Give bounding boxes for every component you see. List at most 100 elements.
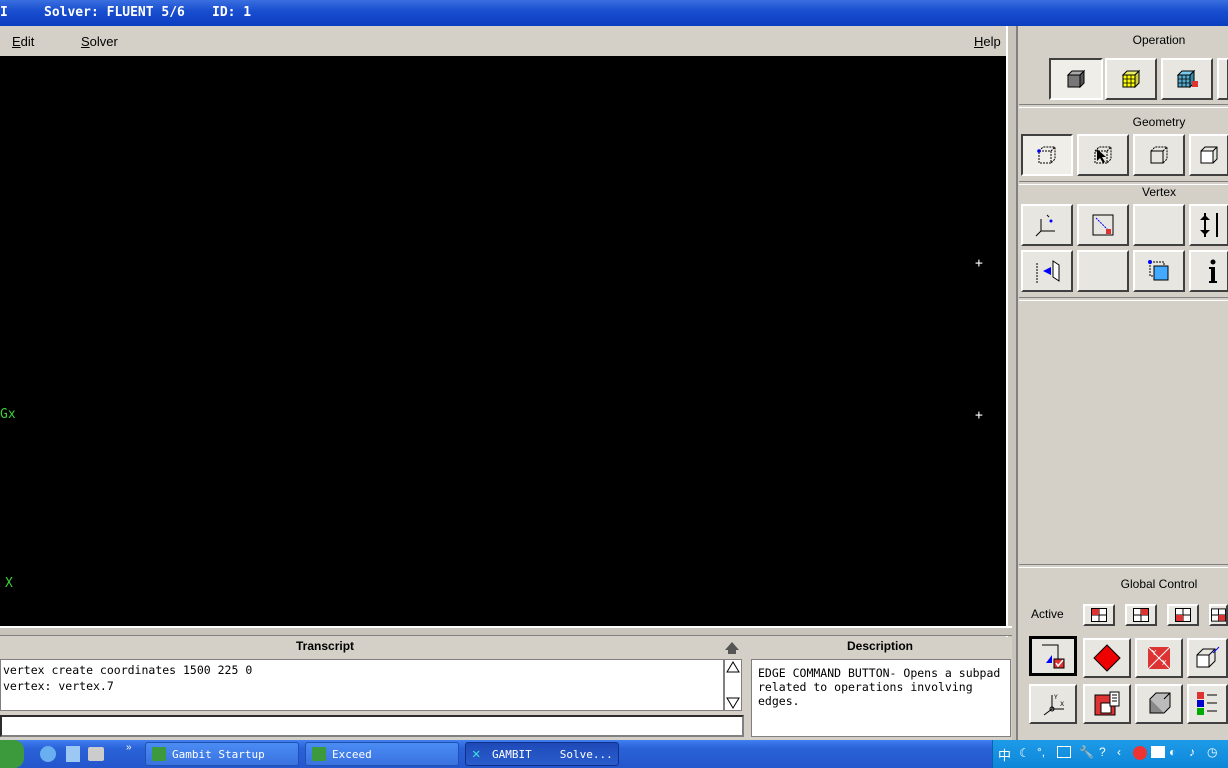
project-vertex-button[interactable] xyxy=(1021,250,1073,292)
media-icon[interactable] xyxy=(88,747,104,761)
ime-indicator[interactable]: 中 xyxy=(998,745,1011,764)
view-cube-button[interactable] xyxy=(1187,638,1228,678)
volume-icon[interactable]: ♪ xyxy=(1189,745,1195,759)
geometry-cube-icon xyxy=(1066,69,1086,89)
project-vertex-icon xyxy=(1036,260,1060,283)
summarize-vertex-button[interactable] xyxy=(1189,250,1228,292)
description-title: Description xyxy=(847,639,914,653)
transcript-scrollbar[interactable] xyxy=(724,659,742,711)
axis-label-x: X xyxy=(5,576,13,591)
zones-operation-button[interactable] xyxy=(1161,58,1213,100)
clock-icon[interactable]: ◷ xyxy=(1207,745,1217,759)
desktop-icon[interactable] xyxy=(66,746,80,762)
svg-text:Y: Y xyxy=(1151,649,1157,657)
menu-edit[interactable]: Edit xyxy=(12,34,34,49)
active-label: Active xyxy=(1031,607,1064,621)
render-shaded-button[interactable] xyxy=(1135,684,1183,724)
quadrant-icon xyxy=(1133,608,1149,622)
move-copy-vertex-button[interactable] xyxy=(1077,204,1129,246)
color-legend-button[interactable] xyxy=(1187,684,1228,724)
network-icon[interactable]: ◐ xyxy=(1169,745,1176,759)
vertex-marker: + xyxy=(975,408,983,423)
task-gambit[interactable]: ✕ GAMBIT Solve... xyxy=(465,742,619,766)
punctuation-icon[interactable]: °, xyxy=(1037,745,1045,759)
graphics-window[interactable]: + + Gx X xyxy=(0,56,1006,626)
horizontal-splitter[interactable] xyxy=(0,626,1012,636)
mail-icon[interactable] xyxy=(1151,746,1165,758)
transcript-line: vertex create coordinates 1500 225 0 xyxy=(3,663,253,677)
vertex-marker: + xyxy=(975,256,983,271)
view-cube-icon xyxy=(1196,646,1219,668)
task-exceed[interactable]: Exceed xyxy=(305,742,459,766)
menu-solver[interactable]: Solver xyxy=(81,34,118,49)
specify-display-button[interactable] xyxy=(1083,684,1131,724)
task-gambit-startup[interactable]: Gambit Startup xyxy=(145,742,299,766)
geometry-operation-button[interactable] xyxy=(1049,58,1103,100)
title-bar: I Solver: FLUENT 5/6 ID: 1 xyxy=(0,0,1228,26)
transcript-text: vertex create coordinates 1500 225 0 ver… xyxy=(0,659,724,711)
chevron-right-icon[interactable]: » xyxy=(126,742,132,753)
orient-model-icon: Y X xyxy=(1147,646,1171,670)
quadrant-icon xyxy=(1211,608,1226,622)
start-button[interactable] xyxy=(0,740,24,768)
gambit-icon xyxy=(152,747,166,761)
axis-coordinate-button[interactable]: Y X xyxy=(1029,684,1077,724)
quadrant-icon xyxy=(1175,608,1191,622)
chevron-left-icon[interactable]: ‹ xyxy=(1117,745,1121,759)
create-vertex-icon xyxy=(1035,214,1055,237)
solver-title: Solver: FLUENT 5/6 xyxy=(44,5,185,20)
connect-vertices-icon xyxy=(1200,213,1218,237)
description-text: EDGE COMMAND BUTTON- Opens a subpad rela… xyxy=(751,659,1011,737)
moon-icon[interactable]: ☾ xyxy=(1019,746,1030,760)
modify-vertex-button[interactable] xyxy=(1133,250,1185,292)
command-input[interactable] xyxy=(0,715,744,737)
taskbar: » Gambit Startup Exceed ✕ GAMBIT Solve..… xyxy=(0,740,1228,768)
active-quadrant-1[interactable] xyxy=(1083,604,1115,626)
zones-cube-icon xyxy=(1176,69,1198,89)
title-fragment: I xyxy=(0,5,8,20)
transcript-line: vertex: vertex.7 xyxy=(3,679,114,693)
vertex-title: Vertex xyxy=(1141,185,1177,199)
help-icon[interactable]: ? xyxy=(1099,745,1106,759)
browser-icon[interactable] xyxy=(40,746,56,762)
id-title: ID: 1 xyxy=(212,5,252,20)
face-command-icon xyxy=(1150,146,1168,164)
wrench-icon[interactable]: 🔧 xyxy=(1079,745,1094,759)
connect-vertices-button[interactable] xyxy=(1189,204,1228,246)
vertex-blank-button-2[interactable] xyxy=(1077,250,1129,292)
orient-model-button[interactable]: Y X xyxy=(1135,638,1183,678)
security-icon[interactable] xyxy=(1133,746,1147,760)
mesh-operation-button[interactable] xyxy=(1105,58,1157,100)
face-command-button[interactable] xyxy=(1133,134,1185,176)
fit-to-window-button[interactable] xyxy=(1029,636,1077,676)
task-label: Solve... xyxy=(559,747,613,761)
transcript-panel: Transcript vertex create coordinates 150… xyxy=(0,637,746,740)
active-quadrant-3[interactable] xyxy=(1167,604,1199,626)
volume-command-icon xyxy=(1200,146,1218,164)
keyboard-icon[interactable] xyxy=(1057,746,1071,758)
create-vertex-button[interactable] xyxy=(1021,204,1073,246)
active-quadrant-2[interactable] xyxy=(1125,604,1157,626)
svg-text:Y: Y xyxy=(1053,694,1058,701)
svg-text:X: X xyxy=(1162,659,1167,667)
render-mode-button[interactable] xyxy=(1083,638,1131,678)
separator xyxy=(1019,297,1228,301)
menu-bar: Edit Solver Help xyxy=(0,27,1012,55)
edge-command-button[interactable] xyxy=(1077,134,1129,176)
global-control-title: Global Control xyxy=(1120,577,1198,591)
menu-help[interactable]: Help xyxy=(974,34,1001,49)
scroll-arrows-icon xyxy=(726,661,740,709)
vertex-blank-button[interactable] xyxy=(1133,204,1185,246)
tools-operation-button[interactable] xyxy=(1217,58,1228,100)
active-quadrant-4[interactable] xyxy=(1209,604,1228,626)
specify-display-icon xyxy=(1094,691,1120,716)
axis-label-gx: Gx xyxy=(0,407,16,422)
separator xyxy=(1019,104,1228,108)
vertex-command-button[interactable] xyxy=(1021,134,1073,176)
transcript-title: Transcript xyxy=(296,639,355,653)
chevron-up-icon xyxy=(725,642,739,654)
volume-command-button[interactable] xyxy=(1189,134,1228,176)
vertex-command-icon xyxy=(1037,146,1056,164)
transcript-expand-button[interactable] xyxy=(722,639,742,657)
axis-coord-icon: Y X xyxy=(1043,694,1064,716)
